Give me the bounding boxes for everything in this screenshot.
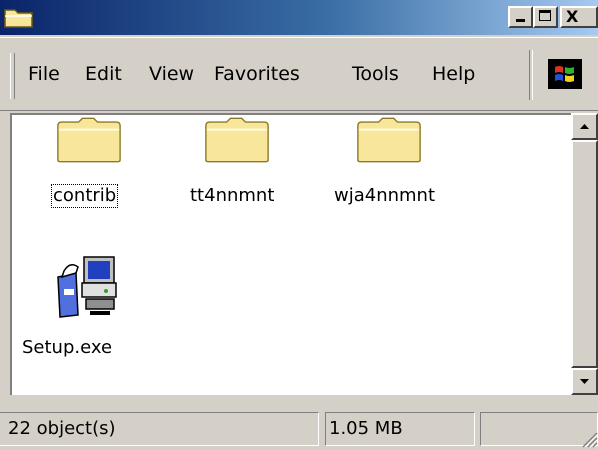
scroll-up-button[interactable] — [571, 113, 598, 140]
vertical-scrollbar[interactable] — [571, 113, 598, 395]
item-label: wja4nnmnt — [334, 185, 436, 206]
status-bar: 22 object(s) 1.05 MB — [0, 402, 598, 450]
toolbar-grip[interactable] — [10, 53, 15, 99]
minimize-button[interactable] — [508, 6, 533, 28]
arrow-up-icon — [580, 124, 589, 129]
menu-help[interactable]: Help — [432, 61, 475, 87]
menu-favorites[interactable]: Favorites — [214, 61, 300, 87]
scroll-down-button[interactable] — [571, 368, 598, 395]
list-item[interactable]: Setup.exe — [22, 255, 142, 365]
title-bar[interactable]: X — [0, 0, 598, 35]
folder-icon — [4, 9, 33, 28]
resize-grip-icon[interactable] — [578, 428, 598, 448]
arrow-down-icon — [580, 379, 589, 384]
setup-installer-icon — [57, 256, 117, 318]
folder-icon — [357, 117, 421, 163]
maximize-button[interactable] — [533, 6, 558, 28]
list-item[interactable]: wja4nnmnt — [330, 115, 450, 215]
menu-tools[interactable]: Tools — [352, 61, 399, 87]
item-label: tt4nnmnt — [190, 185, 275, 206]
menu-edit[interactable]: Edit — [85, 61, 122, 87]
maximize-icon — [539, 10, 551, 21]
close-icon: X — [566, 7, 579, 26]
item-label: Setup.exe — [22, 337, 113, 358]
menu-bar: File Edit View Favorites Tools Help — [0, 37, 598, 111]
status-object-count: 22 object(s) — [0, 412, 319, 446]
minimize-icon — [516, 19, 525, 22]
list-item[interactable]: tt4nnmnt — [188, 115, 288, 215]
list-item[interactable]: contrib — [50, 115, 142, 215]
menu-file[interactable]: File — [28, 61, 60, 87]
item-label: contrib — [50, 184, 119, 208]
file-list-view[interactable]: contrib tt4nnmnt wja4nnmnt Setup.exe — [10, 113, 571, 395]
folder-icon — [57, 117, 121, 163]
close-button[interactable]: X — [560, 6, 598, 28]
status-size: 1.05 MB — [325, 412, 475, 446]
menu-separator — [529, 50, 533, 100]
windows-logo-icon — [548, 59, 582, 89]
folder-icon — [205, 117, 269, 163]
menu-view[interactable]: View — [149, 61, 194, 87]
scroll-thumb[interactable] — [571, 140, 598, 368]
